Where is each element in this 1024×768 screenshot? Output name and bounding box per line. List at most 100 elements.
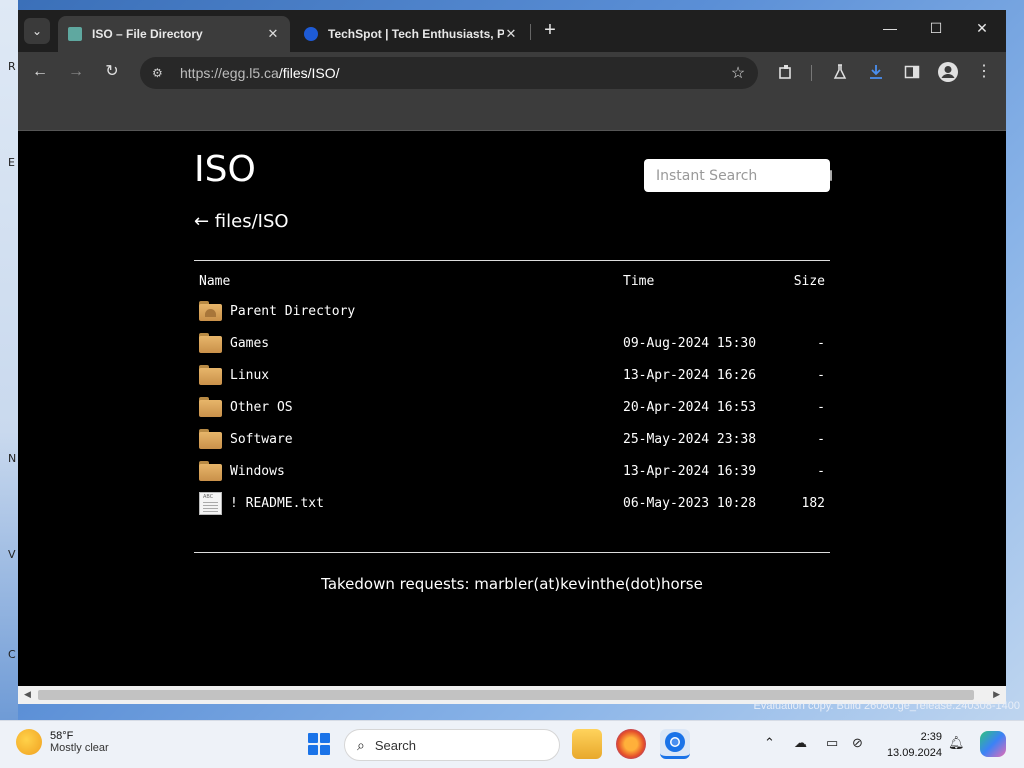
taskbar: 58°F Mostly clear ⌕ Search ⌃ ☁ ▭ ⊘ 2:39 …	[0, 720, 1024, 768]
tab-techspot[interactable]: TechSpot | Tech Enthusiasts, Po ✕	[294, 16, 528, 52]
chrome-icon[interactable]	[660, 729, 690, 759]
browser-menu-icon[interactable]: ⋮	[972, 60, 996, 84]
folder-icon	[199, 397, 222, 417]
row-name-cell: Windows	[194, 455, 618, 487]
folder-icon	[199, 429, 222, 449]
start-button[interactable]	[304, 729, 334, 759]
file-explorer-icon[interactable]	[572, 729, 602, 759]
table-row[interactable]: Linux 13-Apr-2024 16:26 -	[194, 359, 830, 391]
profile-avatar-icon[interactable]	[936, 60, 960, 84]
reload-button[interactable]: ↻	[100, 60, 124, 84]
scroll-left-icon[interactable]: ◀	[24, 689, 31, 700]
notifications-bell-icon[interactable]: 🔔︎	[948, 735, 965, 751]
desktop-icon-fragment[interactable]: R	[8, 60, 16, 73]
page-title: ISO	[194, 149, 256, 190]
tab-title: TechSpot | Tech Enthusiasts, Po	[328, 27, 504, 41]
close-tab-icon[interactable]: ✕	[504, 26, 518, 42]
weather-sun-icon	[16, 729, 42, 755]
row-time: 09-Aug-2024 15:30	[623, 335, 757, 351]
row-time: 13-Apr-2024 16:26	[623, 367, 757, 383]
row-name-link[interactable]: Games	[230, 336, 269, 351]
search-icon	[830, 170, 832, 181]
row-size: -	[817, 399, 825, 415]
parent-folder-icon	[199, 301, 222, 321]
onedrive-icon[interactable]: ☁	[794, 735, 807, 751]
show-hidden-icons-icon[interactable]: ⌃	[764, 735, 775, 751]
row-size: -	[817, 335, 825, 351]
taskbar-search[interactable]: ⌕ Search	[344, 729, 560, 761]
text-file-icon: ABC	[199, 491, 222, 515]
column-header-time[interactable]: Time	[618, 267, 761, 295]
desktop-background: R E N V C	[0, 0, 18, 720]
tab-title: ISO – File Directory	[92, 27, 203, 41]
row-size: -	[817, 367, 825, 383]
firefox-icon[interactable]	[616, 729, 646, 759]
row-size: 182	[801, 495, 825, 511]
folder-icon	[199, 461, 222, 481]
display-icon[interactable]: ▭	[826, 735, 838, 751]
folder-icon	[199, 333, 222, 353]
row-name-link[interactable]: Other OS	[230, 400, 293, 415]
row-time: 25-May-2024 23:38	[623, 431, 757, 447]
column-header-size[interactable]: Size	[761, 267, 830, 295]
weather-widget[interactable]: 58°F Mostly clear	[16, 729, 109, 755]
minimize-button[interactable]: —	[880, 20, 900, 36]
row-size	[761, 295, 830, 327]
clock-date: 13.09.2024	[886, 747, 942, 759]
takedown-notice: Takedown requests: marbler(at)kevinthe(d…	[321, 575, 703, 593]
forward-button[interactable]: →	[64, 60, 88, 84]
row-name-link[interactable]: Software	[230, 432, 293, 447]
scroll-right-icon[interactable]: ▶	[993, 689, 1000, 700]
back-button[interactable]: ←	[28, 60, 52, 84]
url-text[interactable]: https://egg.l5.ca/files/ISO/	[180, 65, 726, 81]
desktop-icon-fragment[interactable]: V	[8, 548, 16, 561]
tab-separator	[530, 24, 531, 40]
close-window-button[interactable]: ✕	[972, 20, 992, 37]
scrollbar-thumb[interactable]	[38, 690, 974, 700]
side-panel-icon[interactable]	[900, 60, 924, 84]
search-input[interactable]	[656, 167, 830, 184]
copilot-icon[interactable]	[980, 731, 1006, 757]
maximize-button[interactable]: ☐	[926, 20, 946, 37]
site-settings-icon[interactable]: ⚙	[152, 66, 168, 80]
browser-toolbar: ← → ↻ ⚙ https://egg.l5.ca/files/ISO/ ☆ ⋮	[18, 52, 1006, 92]
close-tab-icon[interactable]: ✕	[266, 26, 280, 42]
row-time: 13-Apr-2024 16:39	[623, 463, 757, 479]
tab-iso-directory[interactable]: ISO – File Directory ✕	[58, 16, 290, 52]
labs-flask-icon[interactable]	[828, 60, 852, 84]
extensions-icon[interactable]	[774, 60, 798, 84]
table-row[interactable]: Other OS 20-Apr-2024 16:53 -	[194, 391, 830, 423]
row-time: 06-May-2023 10:28	[623, 495, 757, 511]
new-tab-button[interactable]: +	[538, 19, 562, 43]
weather-description: Mostly clear	[50, 742, 109, 754]
header-divider	[194, 260, 830, 261]
downloads-icon[interactable]	[864, 60, 888, 84]
column-header-name[interactable]: Name	[194, 267, 618, 295]
table-row[interactable]: ABC ! README.txt 06-May-2023 10:28 182	[194, 487, 830, 519]
table-row[interactable]: Parent Directory	[194, 295, 830, 327]
desktop-icon-fragment[interactable]: N	[8, 452, 16, 465]
page-content: ISO ← files/ISO Name Time Size Parent D	[18, 131, 1006, 686]
bookmark-star-icon[interactable]: ☆	[726, 63, 750, 83]
desktop-icon-fragment[interactable]: C	[8, 648, 16, 661]
row-name-link[interactable]: Windows	[230, 464, 285, 479]
row-time	[618, 295, 761, 327]
search-icon: ⌕	[357, 736, 365, 753]
desktop-icon-fragment[interactable]: E	[8, 156, 15, 169]
table-row[interactable]: Software 25-May-2024 23:38 -	[194, 423, 830, 455]
network-icon[interactable]: ⊘	[852, 735, 863, 751]
instant-search-box[interactable]	[644, 159, 832, 192]
techspot-favicon-icon	[304, 27, 318, 41]
evaluation-watermark: Evaluation copy. Build 26080.ge_release.…	[753, 700, 1020, 712]
table-row[interactable]: Games 09-Aug-2024 15:30 -	[194, 327, 830, 359]
taskbar-clock[interactable]: 2:39 13.09.2024	[887, 729, 942, 761]
row-size: -	[817, 463, 825, 479]
table-row[interactable]: Windows 13-Apr-2024 16:39 -	[194, 455, 830, 487]
breadcrumb-link[interactable]: ← files/ISO	[194, 211, 289, 232]
row-name-link[interactable]: Parent Directory	[230, 304, 355, 319]
tab-search-button[interactable]: ⌄	[24, 18, 50, 44]
row-name-link[interactable]: ! README.txt	[230, 496, 324, 511]
page-favicon-icon	[68, 27, 82, 41]
row-name-link[interactable]: Linux	[230, 368, 269, 383]
address-bar[interactable]: ⚙ https://egg.l5.ca/files/ISO/ ☆	[140, 57, 758, 89]
